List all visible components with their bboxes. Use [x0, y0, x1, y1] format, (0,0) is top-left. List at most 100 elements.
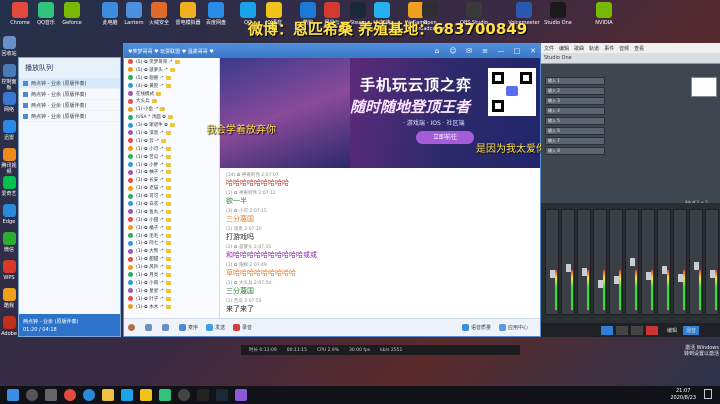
member-list-item[interactable]: (1)-✿ 风铃 -*	[124, 263, 219, 271]
desktop-left-icon-2[interactable]: 网络	[0, 92, 18, 113]
user-icon[interactable]: ☺	[446, 45, 460, 57]
mic-icon[interactable]	[145, 324, 154, 331]
member-list-item[interactable]: (1)-✿ 木木 -*	[124, 303, 219, 311]
member-list-item[interactable]: (1)-✿ 白衣 -*	[124, 200, 219, 208]
mic-queue-button[interactable]: 麦序	[179, 324, 198, 331]
desktop-left-icon-1[interactable]: 控制面板	[0, 64, 18, 91]
desktop-left-icon-5[interactable]: 爱奇艺	[0, 176, 18, 197]
desktop-left-icon-7[interactable]: 微信	[0, 232, 18, 253]
daw-track[interactable]: 输入 3	[545, 97, 605, 105]
yy-taskbar-icon[interactable]	[140, 389, 152, 401]
search-icon[interactable]	[26, 389, 38, 401]
minimize-icon[interactable]: —	[494, 45, 508, 57]
daw-track[interactable]: 输入 4	[545, 107, 605, 115]
record-button[interactable]: 录音	[233, 324, 252, 331]
close-icon[interactable]: ✕	[526, 45, 540, 57]
member-list-item[interactable]: (1)-✿ 月亮 -*	[124, 271, 219, 279]
member-list-item[interactable]: 大头兵	[124, 97, 219, 105]
daw-menu-6[interactable]: 查看	[634, 45, 644, 52]
member-list-item[interactable]: (1)-✿ 橘子 -*	[124, 224, 219, 232]
mixer-channel-strip[interactable]	[593, 209, 607, 315]
daw-track[interactable]: 输入 1	[545, 77, 605, 85]
music-taskbar-icon[interactable]	[159, 389, 171, 401]
playlist-item[interactable]: 两点钟 - 业余 (原版伴奏)	[19, 89, 120, 100]
mixer-channel-strip[interactable]	[689, 209, 703, 315]
member-list-item[interactable]: (1)-✿ 漆黑 -*	[124, 129, 219, 137]
mixer-channel-strip[interactable]	[561, 209, 575, 315]
member-list-item[interactable]: (1)-✿ 甜甜 -*	[124, 255, 219, 263]
member-list-item[interactable]: (1)-小鱼 -*	[124, 105, 219, 113]
task-view-icon[interactable]	[45, 389, 57, 401]
daw-track[interactable]: 输入 6	[545, 127, 605, 135]
member-list-item[interactable]: (1)-✿ 老猫 -*	[124, 184, 219, 192]
mixer-channel-strip[interactable]	[545, 209, 559, 315]
member-list-item[interactable]: (1)-✿ 大熊 -*	[124, 247, 219, 255]
member-list-item[interactable]: (5)-✿ 翅膀 -*	[124, 74, 219, 82]
desktop-icon-19[interactable]: NVIDIA	[588, 2, 620, 26]
desktop-left-icon-0[interactable]: 回收站	[0, 36, 18, 57]
notification-icon[interactable]	[704, 389, 712, 399]
desktop-left-icon-6[interactable]: Edge	[0, 204, 18, 225]
app-center-button[interactable]: 应用中心	[498, 324, 528, 331]
playlist-item[interactable]: 两点钟 - 业余 (原版伴奏)	[19, 111, 120, 122]
member-list-item[interactable]: (1)-✿ 苦瓜 -*	[124, 153, 219, 161]
obs-taskbar-icon[interactable]	[178, 389, 190, 401]
edit-button[interactable]: 编辑	[667, 327, 677, 334]
member-list-item[interactable]: (1)-✿ 小胖 -*	[124, 161, 219, 169]
loop-button[interactable]	[601, 325, 613, 335]
member-list-item[interactable]: (1)-✿ 小雨 -*	[124, 279, 219, 287]
start-icon[interactable]	[7, 389, 19, 401]
desktop-icon-5[interactable]: 火绒安全	[143, 2, 175, 26]
member-list-item[interactable]: (4)-✿ 黄腔 -*	[124, 82, 219, 90]
playlist-now-playing-bar[interactable]: 两点钟 - 业余 (原版伴奏) 01:20 / 04:18	[19, 314, 120, 336]
banner-cta-button[interactable]: 立即前往	[416, 131, 474, 144]
desktop-left-icon-10[interactable]: Adobe	[0, 316, 18, 337]
fader-handle[interactable]	[694, 262, 699, 270]
member-list-item[interactable]: (1)-✿ 叶子 -*	[124, 295, 219, 303]
daw-menu-4[interactable]: 事件	[604, 45, 614, 52]
member-list-item[interactable]: (1)-✿ 柚子 -*	[124, 168, 219, 176]
studio-one-taskbar-icon[interactable]	[197, 389, 209, 401]
member-list-item[interactable]: (1)-✿ 长安 -*	[124, 176, 219, 184]
member-list-item[interactable]: (5)-✿ 笑梦哥哥 -*	[124, 58, 219, 66]
edge-taskbar-icon[interactable]	[83, 389, 95, 401]
desktop-left-icon-9[interactable]: 酷我	[0, 288, 18, 309]
daw-menu-5[interactable]: 音频	[619, 45, 629, 52]
playlist-item[interactable]: 两点钟 - 业余 (原版伴奏)	[19, 100, 120, 111]
mixer-channel-strip[interactable]	[673, 209, 687, 315]
member-list-item[interactable]: (1)-✿ 鱼丸 -*	[124, 208, 219, 216]
mixer-channel-strip[interactable]	[577, 209, 591, 315]
maximize-icon[interactable]: □	[510, 45, 524, 57]
daw-menu-3[interactable]: 轨道	[589, 45, 599, 52]
desktop-left-icon-4[interactable]: 腾讯视频	[0, 148, 18, 175]
member-list-item[interactable]: (1)-✿ 云 -*	[124, 137, 219, 145]
mixer-channel-strip[interactable]	[705, 209, 719, 315]
send-button[interactable]: 发送	[206, 324, 225, 331]
mix-button[interactable]: 混音	[683, 325, 700, 335]
play-button[interactable]	[631, 325, 643, 335]
voice-quality-button[interactable]: 语音质量	[461, 324, 491, 331]
desktop-left-icon-3[interactable]: 迅雷	[0, 120, 18, 141]
menu-icon[interactable]: ≡	[478, 45, 492, 57]
mixer-channel-strip[interactable]	[657, 209, 671, 315]
member-list-item[interactable]: 在线模式	[124, 90, 219, 98]
speaker-icon[interactable]	[162, 324, 171, 331]
desktop-icon-7[interactable]: 百度网盘	[200, 2, 232, 26]
member-list-item[interactable]: (3)-✿ 斯诺牛 ✿	[124, 121, 219, 129]
member-list-item[interactable]: (1)-✿ 小甜 -*	[124, 216, 219, 224]
mixer-channel-strip[interactable]	[641, 209, 655, 315]
stop-button[interactable]	[616, 325, 628, 335]
daw-menu-2[interactable]: 歌曲	[574, 45, 584, 52]
mixer-channel-strip[interactable]	[625, 209, 639, 315]
steam-taskbar-icon[interactable]	[216, 389, 228, 401]
qq-taskbar-icon[interactable]	[121, 389, 133, 401]
playlist-item[interactable]: 两点钟 - 业余 (原版伴奏)	[19, 78, 120, 89]
daw-menu-0[interactable]: 文件	[544, 45, 554, 52]
daw-track[interactable]: 输入 8	[545, 147, 605, 155]
desktop-left-icon-8[interactable]: WPS	[0, 260, 18, 281]
record-transport-button[interactable]	[646, 325, 658, 335]
home-icon[interactable]: ⌂	[430, 45, 444, 57]
member-list-item[interactable]: (1)-✿ 小可 -*	[124, 145, 219, 153]
member-list-item[interactable]: (1)-✿ 毛毛 -*	[124, 232, 219, 240]
daw-track[interactable]: 输入 7	[545, 137, 605, 145]
